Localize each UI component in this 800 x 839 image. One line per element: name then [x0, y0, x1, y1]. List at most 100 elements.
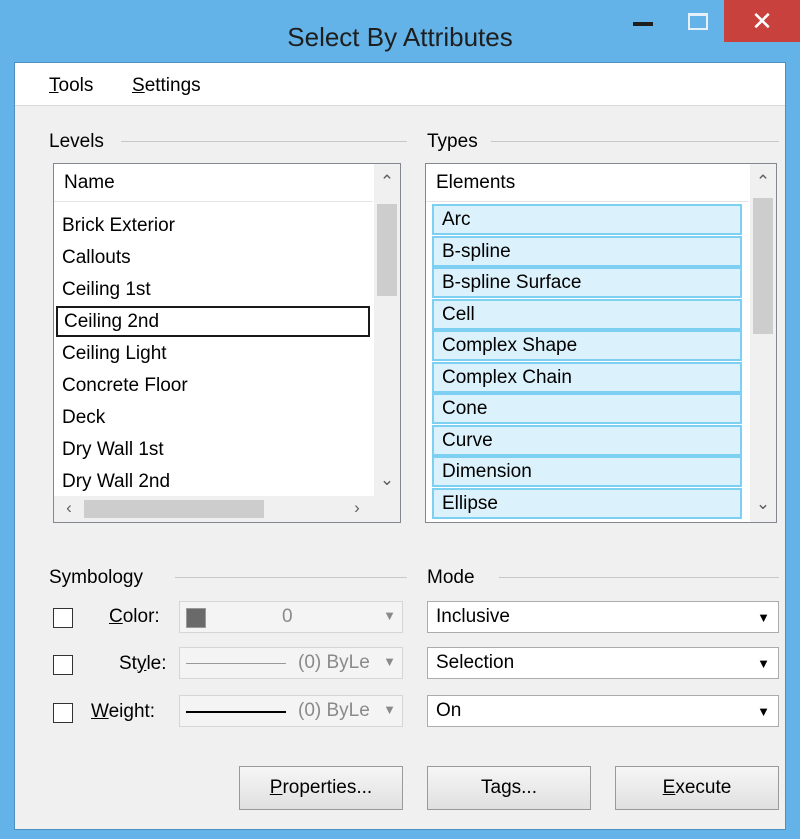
mode-divider	[499, 577, 779, 578]
state-select[interactable]: On ▼	[427, 695, 779, 727]
levels-column-header[interactable]: Name	[54, 164, 373, 202]
properties-mnemonic: P	[269, 777, 283, 798]
symbology-label: Symbology	[49, 567, 143, 588]
types-list-item[interactable]: Cone	[432, 393, 742, 424]
weight-line-sample	[186, 711, 286, 713]
chevron-down-icon: ▼	[383, 608, 396, 623]
mode-select-value: Inclusive	[436, 606, 510, 627]
execute-label: xecute	[675, 777, 732, 798]
levels-hscroll-thumb[interactable]	[84, 500, 264, 518]
types-vertical-scrollbar[interactable]: ⌃ ⌄	[750, 164, 776, 522]
weight-label: Weight:	[91, 701, 155, 723]
chevron-down-icon: ▼	[757, 656, 770, 671]
style-label: Style:	[119, 653, 167, 675]
types-vscroll-thumb[interactable]	[753, 198, 773, 334]
types-list-item[interactable]: Complex Chain	[432, 361, 742, 393]
style-line-sample	[186, 663, 286, 664]
chevron-down-icon: ▼	[383, 654, 396, 669]
properties-button[interactable]: Properties...	[239, 766, 403, 810]
menu-settings-mnemonic: S	[132, 75, 145, 96]
selection-select-value: Selection	[436, 652, 515, 673]
scroll-up-icon[interactable]: ⌃	[374, 172, 400, 192]
color-value: 0	[282, 606, 293, 627]
style-checkbox[interactable]	[53, 655, 73, 675]
types-list-item[interactable]: Cell	[432, 298, 742, 330]
levels-list-item[interactable]: Callouts	[54, 242, 372, 273]
close-button[interactable]: ✕	[724, 0, 800, 42]
properties-label: roperties...	[282, 777, 373, 798]
levels-list-item[interactable]: Ceiling 2nd	[56, 306, 370, 337]
menu-tools[interactable]: Tools	[49, 75, 93, 97]
execute-mnemonic: E	[662, 777, 676, 798]
execute-button[interactable]: Execute	[615, 766, 779, 810]
color-label: Color:	[109, 606, 160, 628]
color-swatch	[186, 608, 206, 628]
chevron-down-icon: ▼	[383, 702, 396, 717]
menu-settings[interactable]: Settings	[132, 75, 201, 97]
levels-horizontal-scrollbar[interactable]: ‹ ›	[54, 496, 374, 522]
weight-label-text: eight:	[108, 701, 156, 722]
weight-combo[interactable]: (0) ByLe ▼	[179, 695, 403, 727]
types-list-item[interactable]: B-spline Surface	[432, 267, 742, 298]
types-divider	[491, 141, 779, 142]
chevron-down-icon: ▼	[757, 704, 770, 719]
types-label: Types	[427, 131, 478, 152]
types-list-item[interactable]: Curve	[432, 424, 742, 456]
levels-list-item[interactable]: Brick Exterior	[54, 210, 372, 241]
types-list-item[interactable]: Complex Shape	[432, 330, 742, 361]
chevron-down-icon: ▼	[757, 610, 770, 625]
symbology-divider	[175, 577, 407, 578]
menu-tools-label: ools	[58, 75, 94, 96]
levels-vscroll-thumb[interactable]	[377, 204, 397, 296]
levels-list-item[interactable]: Dry Wall 2nd	[54, 466, 372, 497]
color-mnemonic: C	[109, 606, 123, 627]
dialog-window: Select By Attributes ✕ Tools Settings Le…	[0, 0, 800, 839]
style-value: (0) ByLe	[298, 652, 370, 673]
scroll-down-icon[interactable]: ⌄	[750, 494, 776, 514]
types-list-item[interactable]: Ellipse	[432, 487, 742, 519]
levels-listbox[interactable]: Name Brick Exterior Callouts Ceiling 1st Ce…	[53, 163, 401, 523]
scroll-up-icon[interactable]: ⌃	[750, 172, 776, 192]
levels-label: Levels	[49, 131, 104, 152]
types-column-header[interactable]: Elements	[426, 164, 749, 202]
weight-checkbox[interactable]	[53, 703, 73, 723]
maximize-icon	[688, 12, 708, 30]
levels-list-item[interactable]: Ceiling 1st	[54, 274, 372, 305]
tags-label: s...	[511, 777, 537, 798]
minimize-button[interactable]	[614, 0, 672, 42]
types-list-item[interactable]: Arc	[432, 204, 742, 235]
style-label-text: le:	[146, 653, 167, 674]
maximize-button[interactable]	[672, 0, 724, 42]
color-label-text: olor:	[122, 606, 160, 627]
scroll-right-icon[interactable]: ›	[344, 498, 370, 518]
menu-tools-mnemonic: T	[49, 75, 59, 96]
types-listbox[interactable]: Elements Arc B-spline B-spline Surface Cell…	[425, 163, 777, 523]
state-select-value: On	[436, 700, 462, 721]
selection-select[interactable]: Selection ▼	[427, 647, 779, 679]
menu-settings-label: ettings	[144, 75, 201, 96]
minimize-icon	[633, 22, 653, 26]
scroll-down-icon[interactable]: ⌄	[374, 470, 400, 490]
scroll-left-icon[interactable]: ‹	[56, 498, 82, 518]
color-checkbox[interactable]	[53, 608, 73, 628]
mode-label: Mode	[427, 567, 475, 588]
levels-divider	[121, 141, 407, 142]
tags-label-prefix: Ta	[481, 777, 502, 798]
style-label-prefix: St	[119, 653, 137, 674]
dialog-client: Tools Settings Levels Name Brick Exterio…	[14, 62, 786, 830]
levels-list-item[interactable]: Ceiling Light	[54, 338, 372, 369]
close-icon: ✕	[751, 5, 773, 36]
levels-list-item[interactable]: Dry Wall 1st	[54, 434, 372, 465]
scroll-corner	[374, 496, 400, 522]
color-combo[interactable]: 0 ▼	[179, 601, 403, 633]
types-list-item[interactable]: B-spline	[432, 235, 742, 267]
style-combo[interactable]: (0) ByLe ▼	[179, 647, 403, 679]
types-list-item[interactable]: Dimension	[432, 456, 742, 487]
weight-value: (0) ByLe	[298, 700, 370, 721]
levels-vertical-scrollbar[interactable]: ⌃ ⌄	[374, 164, 400, 496]
levels-list-item[interactable]: Deck	[54, 402, 372, 433]
weight-mnemonic: W	[91, 701, 109, 722]
levels-list-item[interactable]: Concrete Floor	[54, 370, 372, 401]
mode-select[interactable]: Inclusive ▼	[427, 601, 779, 633]
tags-button[interactable]: Tags...	[427, 766, 591, 810]
